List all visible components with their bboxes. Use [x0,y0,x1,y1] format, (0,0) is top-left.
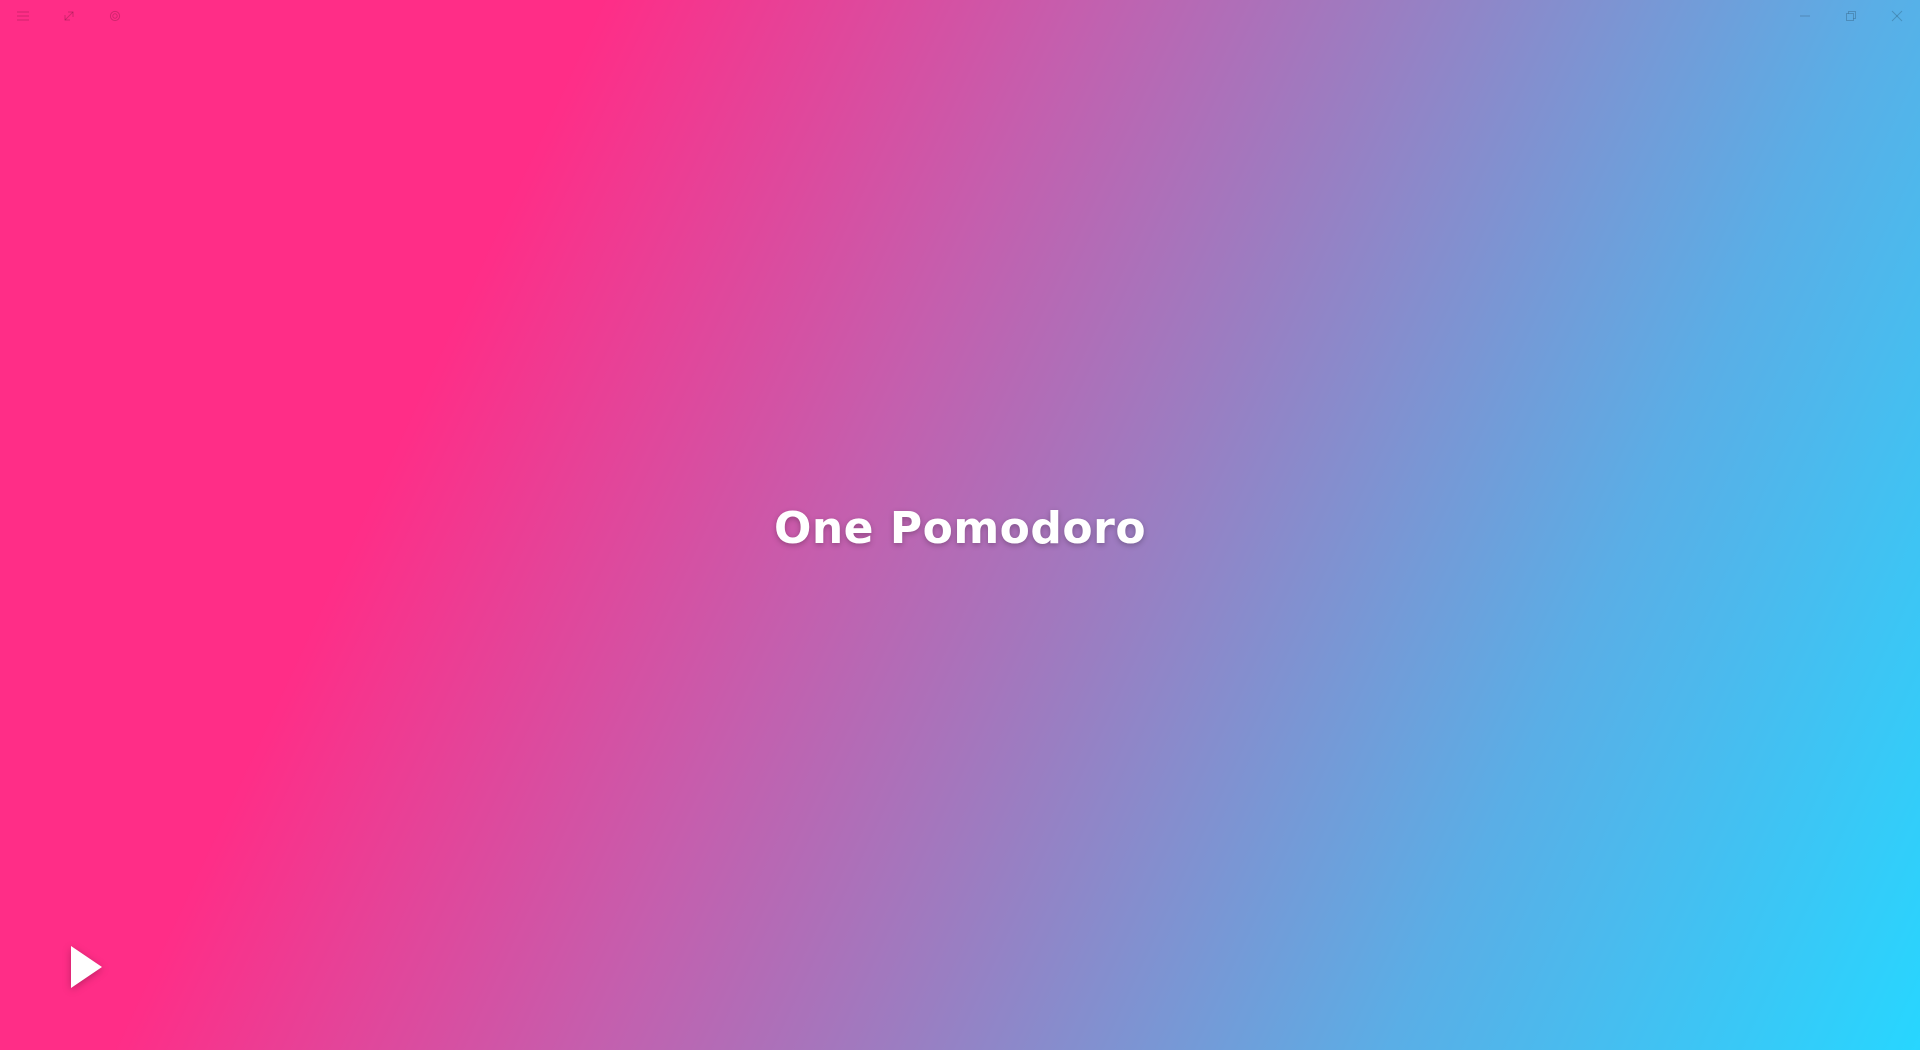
settings-button[interactable] [92,0,138,32]
minimize-button[interactable] [1782,0,1828,32]
compact-overlay-icon [62,9,76,23]
title-bar [0,0,1920,32]
play-icon [68,942,108,992]
menu-icon [16,10,30,22]
title-container: One Pomodoro [0,0,1920,1050]
settings-icon [108,9,122,23]
close-icon [1891,10,1903,22]
menu-button[interactable] [0,0,46,32]
play-button[interactable] [68,942,108,992]
restore-button[interactable] [1828,0,1874,32]
compact-overlay-button[interactable] [46,0,92,32]
app-window: One Pomodoro [0,0,1920,1050]
app-title: One Pomodoro [773,502,1147,554]
restore-icon [1845,10,1857,22]
minimize-icon [1799,10,1811,22]
close-button[interactable] [1874,0,1920,32]
